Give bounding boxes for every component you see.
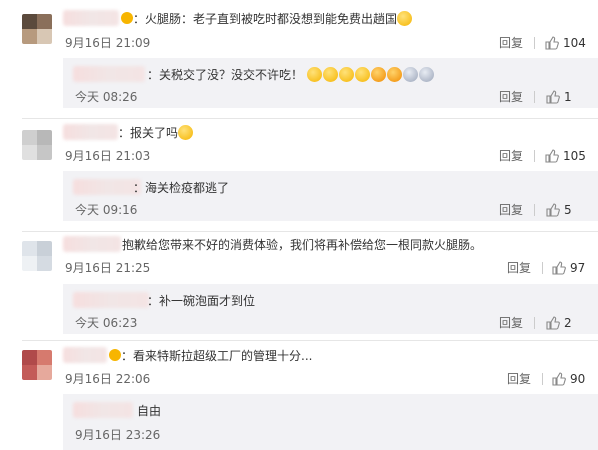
shock-emoji-icon — [418, 67, 434, 82]
comment-text-content: ：看来特斯拉超级工厂的管理十分... — [121, 349, 313, 363]
reply-username-blurred[interactable] — [73, 402, 133, 418]
comment-time: 9月16日 21:03 — [65, 149, 151, 163]
comment-text: 抱歉给您带来不好的消费体验，我们将再补偿给您一根同款火腿肠。 — [122, 237, 482, 253]
verified-badge-icon — [121, 12, 133, 24]
thumbs-up-icon — [546, 203, 560, 217]
reply-time: 今天 08:26 — [75, 90, 138, 104]
reply-text: ：补一碗泡面才到位 — [147, 293, 255, 309]
reply-button[interactable]: 回复 — [499, 90, 523, 104]
reply-text-content: ：关税交了没？没交不许吃！ — [147, 68, 304, 82]
divider-line — [542, 262, 543, 274]
smile-emoji-icon — [338, 67, 354, 82]
laugh-emoji-icon — [386, 67, 402, 82]
reply-text: 自由 — [137, 403, 161, 419]
comment-time: 9月16日 21:25 — [65, 261, 151, 275]
like-count: 97 — [570, 261, 586, 275]
like-button[interactable]: 97 — [552, 261, 585, 275]
reply-item: ：关税交了没？没交不许吃！ 今天 08:26 回复 1 — [63, 58, 598, 108]
reply-item: ：海关检疫都逃了 今天 09:16 回复 5 — [63, 171, 598, 221]
thumbs-up-icon — [552, 372, 566, 386]
comment-text: ：火腿肠：老子直到被吃时都没想到能免费出趟国 — [133, 11, 413, 27]
divider-line — [534, 150, 535, 162]
comment-item: 抱歉给您带来不好的消费体验，我们将再补偿给您一根同款火腿肠。 9月16日 21:… — [0, 231, 598, 341]
reply-button[interactable]: 回复 — [499, 316, 523, 330]
avatar[interactable] — [22, 14, 52, 44]
like-count: 104 — [563, 36, 586, 50]
comment-time: 9月16日 22:06 — [65, 372, 151, 386]
reply-text-content: 自由 — [137, 404, 162, 418]
smile-emoji-icon — [306, 67, 322, 82]
reply-time: 9月16日 23:26 — [75, 428, 161, 442]
divider-line — [534, 317, 535, 329]
comment-text: ：看来特斯拉超级工厂的管理十分... — [121, 348, 312, 364]
like-count: 105 — [563, 149, 586, 163]
comment-text-content: ：火腿肠：老子直到被吃时都没想到能免费出趟国 — [133, 12, 398, 26]
reply-button[interactable]: 回复 — [499, 203, 523, 217]
reply-time: 今天 09:16 — [75, 203, 138, 217]
username-blurred[interactable] — [63, 124, 118, 140]
reply-username-blurred[interactable] — [73, 292, 149, 308]
avatar[interactable] — [22, 130, 52, 160]
thumbs-up-icon — [552, 261, 566, 275]
reply-time: 今天 06:23 — [75, 316, 138, 330]
thumbs-up-icon — [546, 90, 560, 104]
reply-text: ：关税交了没？没交不许吃！ — [147, 67, 435, 83]
comment-time: 9月16日 21:09 — [65, 36, 151, 50]
avatar[interactable] — [22, 350, 52, 380]
reply-text-content: ：海关检疫都逃了 — [133, 181, 230, 195]
reply-button[interactable]: 回复 — [499, 149, 523, 163]
avatar[interactable] — [22, 241, 52, 271]
like-button[interactable]: 90 — [552, 372, 585, 386]
reply-button[interactable]: 回复 — [499, 36, 523, 50]
username-blurred[interactable] — [63, 236, 121, 252]
shock-emoji-icon — [402, 67, 418, 82]
comment-text-content: 抱歉给您带来不好的消费体验，我们将再补偿给您一根同款火腿肠。 — [122, 238, 483, 252]
username-blurred[interactable] — [63, 10, 119, 26]
comment-item: ：看来特斯拉超级工厂的管理十分... 9月16日 22:06 回复 90 自由 … — [0, 340, 598, 450]
like-button[interactable]: 1 — [546, 90, 572, 104]
like-count: 5 — [564, 203, 572, 217]
verified-badge-icon — [109, 349, 121, 361]
like-button[interactable]: 104 — [545, 36, 586, 50]
comment-text-content: ：报关了吗 — [118, 126, 179, 140]
reply-button[interactable]: 回复 — [507, 261, 531, 275]
divider-line — [534, 37, 535, 49]
like-button[interactable]: 105 — [545, 149, 586, 163]
smiley-emoji-icon — [397, 11, 413, 26]
like-count: 1 — [564, 90, 572, 104]
reply-item: ：补一碗泡面才到位 今天 06:23 回复 2 — [63, 284, 598, 334]
smile-emoji-icon — [322, 67, 338, 82]
smile-emoji-icon — [354, 67, 370, 82]
reply-username-blurred[interactable] — [73, 66, 145, 82]
reply-text: ：海关检疫都逃了 — [133, 180, 229, 196]
reply-button[interactable]: 回复 — [507, 372, 531, 386]
like-count: 90 — [570, 372, 586, 386]
divider-line — [534, 204, 535, 216]
thumbs-up-icon — [546, 316, 560, 330]
reply-item: 自由 9月16日 23:26 — [63, 394, 598, 450]
comment-text: ：报关了吗 — [118, 125, 194, 141]
like-button[interactable]: 5 — [546, 203, 572, 217]
comment-item: ：报关了吗 9月16日 21:03 回复 105 ：海关检疫都逃了 今天 09:… — [0, 118, 598, 230]
cat-emoji-icon — [178, 125, 194, 140]
like-button[interactable]: 2 — [546, 316, 572, 330]
thumbs-up-icon — [545, 149, 559, 163]
thumbs-up-icon — [545, 36, 559, 50]
laugh-emoji-icon — [370, 67, 386, 82]
reply-text-content: ：补一碗泡面才到位 — [147, 294, 256, 308]
reply-username-blurred[interactable] — [73, 179, 141, 195]
like-count: 2 — [564, 316, 572, 330]
comment-item: ：火腿肠：老子直到被吃时都没想到能免费出趟国 9月16日 21:09 回复 10… — [0, 0, 598, 116]
divider-line — [534, 91, 535, 103]
username-blurred[interactable] — [63, 347, 107, 363]
divider-line — [542, 373, 543, 385]
